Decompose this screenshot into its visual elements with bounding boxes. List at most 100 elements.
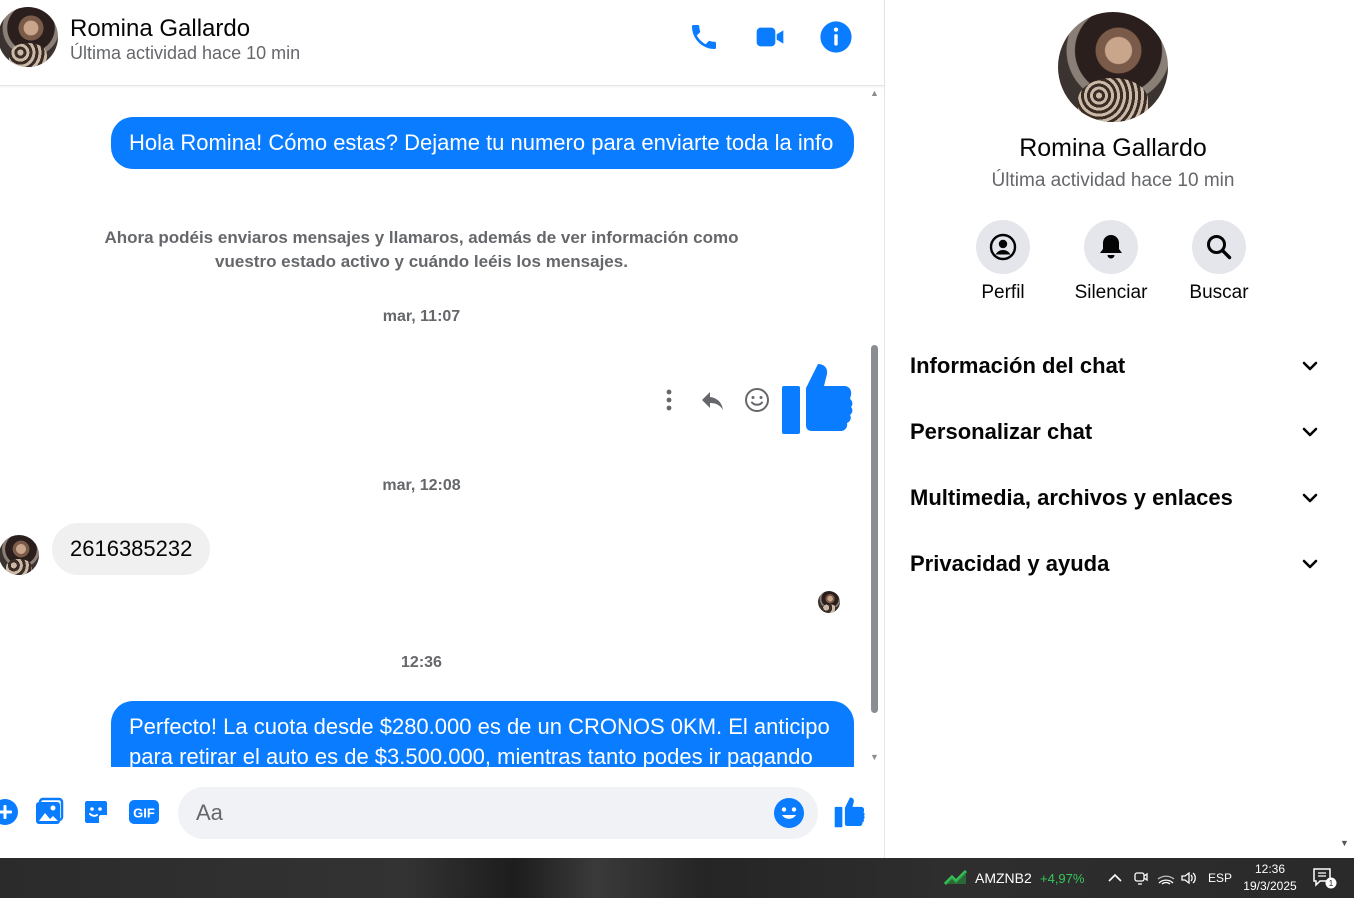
search-action-circle[interactable]: [1192, 220, 1246, 274]
gif-button[interactable]: GIF: [127, 795, 161, 829]
trend-up-icon: [944, 870, 968, 886]
react-button[interactable]: [744, 387, 770, 413]
message-input-wrapper: [178, 787, 818, 839]
more-actions-button[interactable]: [0, 795, 22, 829]
network-button[interactable]: [1157, 858, 1175, 898]
video-camera-icon: [756, 27, 784, 47]
video-call-button[interactable]: [753, 20, 787, 54]
chevron-up-icon: [1108, 873, 1122, 882]
section-title: Privacidad y ayuda: [910, 551, 1110, 576]
emoji-icon: [774, 798, 804, 828]
profile-avatar[interactable]: [1058, 12, 1168, 122]
profile-icon: [989, 233, 1017, 261]
conversation-info-button[interactable]: [819, 20, 853, 54]
profile-action-circle[interactable]: [976, 220, 1030, 274]
timestamp: 12:36: [401, 654, 442, 671]
clock-time: 12:36: [1254, 862, 1286, 876]
section-customize-chat[interactable]: Personalizar chat: [910, 412, 1320, 452]
reply-button[interactable]: [700, 387, 726, 413]
phone-icon: [692, 25, 716, 49]
like-sticker-message[interactable]: [778, 358, 858, 438]
profile-name[interactable]: Romina Gallardo: [885, 134, 1341, 163]
scroll-thumb[interactable]: [871, 345, 878, 713]
panel-scroll-down-icon[interactable]: ▼: [1340, 838, 1349, 848]
windows-taskbar: AMZNB2 +4,97% ESP 12:36 19/3/2025 1: [0, 858, 1354, 898]
chevron-down-icon: [1302, 559, 1318, 569]
contact-name[interactable]: Romina Gallardo: [70, 15, 250, 43]
smiley-icon: [745, 388, 769, 412]
section-privacy-support[interactable]: Privacidad y ayuda: [910, 544, 1320, 584]
section-title: Información del chat: [910, 353, 1126, 378]
profile-action[interactable]: Perfil: [958, 220, 1048, 304]
gif-icon: GIF: [129, 800, 159, 824]
send-like-button[interactable]: [833, 795, 867, 829]
timestamp: mar, 12:08: [382, 477, 461, 494]
message-actions: [656, 382, 770, 418]
message-input[interactable]: [196, 795, 776, 831]
notification-icon: 1: [1313, 868, 1337, 889]
attach-photo-button[interactable]: [32, 795, 66, 829]
outgoing-message[interactable]: Hola Romina! Cómo estas? Dejame tu numer…: [111, 117, 854, 169]
search-action-label: Buscar: [1189, 282, 1249, 303]
thumbs-up-icon: [834, 797, 865, 828]
contact-status: Última actividad hace 10 min: [70, 43, 301, 63]
svg-text:GIF: GIF: [133, 806, 155, 821]
section-title: Multimedia, archivos y enlaces: [910, 485, 1233, 510]
conversation-details-panel: Romina Gallardo Última actividad hace 10…: [884, 0, 1354, 858]
incoming-message[interactable]: 2616385232: [52, 523, 211, 575]
tray-expand-button[interactable]: [1108, 858, 1122, 898]
composer: GIF: [0, 767, 884, 858]
notification-count: 1: [1329, 879, 1334, 888]
sticker-icon: [85, 801, 107, 823]
notification-center-button[interactable]: 1: [1312, 858, 1338, 898]
speaker-icon: [1181, 871, 1196, 885]
mute-action-circle[interactable]: [1084, 220, 1138, 274]
mute-action[interactable]: Silenciar: [1066, 220, 1156, 304]
contact-avatar[interactable]: [0, 7, 58, 67]
image-icon: [36, 797, 64, 824]
volume-button[interactable]: [1180, 858, 1198, 898]
call-button[interactable]: [687, 20, 721, 54]
system-notice: Ahora podéis enviaros mensajes y llamaro…: [104, 228, 739, 271]
scroll-up-arrow-icon[interactable]: ▲: [870, 88, 879, 98]
profile-action-label: Perfil: [981, 282, 1025, 303]
input-language[interactable]: ESP: [1208, 858, 1232, 898]
clock-date: 19/3/2025: [1243, 879, 1297, 893]
info-icon: [820, 21, 852, 53]
stock-widget-icon[interactable]: [944, 858, 968, 898]
messenger-app: Romina Gallardo Última actividad hace 10…: [0, 0, 1354, 858]
read-receipt-avatar: [818, 591, 840, 613]
sticker-button[interactable]: [79, 795, 113, 829]
outgoing-message[interactable]: Perfecto! La cuota desde $280.000 es de …: [111, 701, 854, 767]
message-list[interactable]: Hola Romina! Cómo estas? Dejame tu numer…: [0, 86, 868, 767]
scroll-down-arrow-icon[interactable]: ▼: [870, 752, 879, 762]
timestamp: mar, 11:07: [382, 308, 461, 325]
mute-action-label: Silenciar: [1074, 282, 1148, 303]
stock-change[interactable]: +4,97%: [1040, 858, 1084, 898]
emoji-button[interactable]: [773, 797, 805, 829]
search-icon: [1207, 235, 1232, 260]
meet-now-button[interactable]: [1133, 858, 1149, 898]
profile-status: Última actividad hace 10 min: [991, 170, 1235, 191]
chevron-down-icon: [1302, 493, 1318, 503]
section-chat-info[interactable]: Información del chat: [910, 346, 1320, 386]
section-media-files-links[interactable]: Multimedia, archivos y enlaces: [910, 478, 1320, 518]
chat-column: Romina Gallardo Última actividad hace 10…: [0, 0, 884, 858]
taskbar-clock[interactable]: 12:36 19/3/2025: [1240, 861, 1300, 895]
reply-icon: [702, 392, 723, 410]
section-title: Personalizar chat: [910, 419, 1093, 444]
message-scrollbar[interactable]: ▲ ▼: [868, 86, 880, 767]
chat-header: Romina Gallardo Última actividad hace 10…: [0, 0, 884, 86]
search-action[interactable]: Buscar: [1174, 220, 1264, 304]
more-vertical-icon: [666, 389, 672, 411]
sender-avatar[interactable]: [0, 535, 39, 575]
chevron-down-icon: [1302, 361, 1318, 371]
plus-circle-icon: [0, 799, 18, 825]
thumbs-up-icon: [782, 364, 853, 434]
chevron-down-icon: [1302, 427, 1318, 437]
stock-ticker[interactable]: AMZNB2: [975, 858, 1032, 898]
more-options-button[interactable]: [656, 387, 682, 413]
meet-camera-icon: [1134, 872, 1148, 885]
bell-icon: [1100, 235, 1122, 259]
wifi-icon: [1157, 875, 1175, 885]
